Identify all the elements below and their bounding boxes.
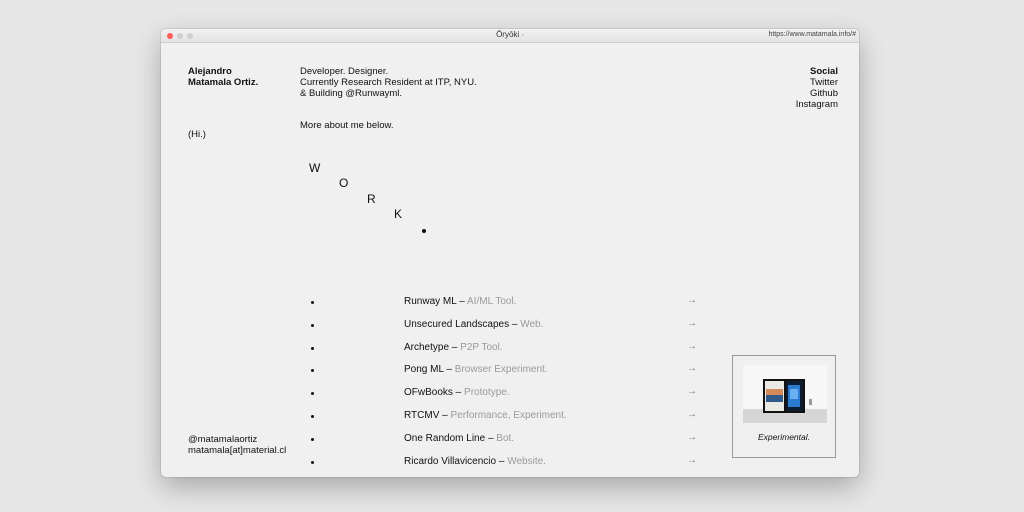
project-title[interactable]: One Random Line – Bot. [404,433,514,444]
title-bar: Ōryōki ◦ https://www.matamala.info/# [161,29,859,43]
window-title-text: Ōryōki [496,30,520,39]
project-name: Unsecured Landscapes [404,319,510,330]
project-row[interactable]: OFwBooks – Prototype. → [307,386,701,400]
bullet-dot [311,438,314,441]
project-separator: – [439,410,451,421]
work-letter-k: K [394,207,403,221]
bullet-dot [311,347,314,350]
arrow-right-icon[interactable]: → [687,341,697,352]
project-title[interactable]: Ricardo Villavicencio – Website. [404,456,546,467]
project-type: Website. [507,456,546,467]
arrow-right-icon[interactable]: → [687,432,697,443]
email-link[interactable]: matamala[at]material.cl [188,445,286,456]
project-separator: – [452,387,465,398]
work-letter-o: O [339,176,349,190]
project-row[interactable]: Unsecured Landscapes – Web. → [307,318,701,332]
project-type: Bot. [496,433,515,444]
greeting: (Hi.) [188,129,206,140]
project-row[interactable]: Ricardo Villavicencio – Website. → [307,455,701,469]
project-separator: – [449,342,461,353]
project-separator: – [443,364,455,375]
work-letter-w: W [309,161,321,175]
bullet-dot [311,415,314,418]
project-type: Prototype. [464,387,510,398]
social-menu: Social Twitter Github Instagram [796,66,838,110]
project-name: Ricardo Villavicencio [404,456,497,467]
bullet-dot [311,301,314,304]
arrow-right-icon[interactable]: → [687,455,697,466]
arrow-right-icon[interactable]: → [687,295,697,306]
arrow-right-icon[interactable]: → [687,409,697,420]
name-first: Alejandro [188,66,232,77]
project-title[interactable]: Unsecured Landscapes – Web. [404,319,543,330]
social-link-github[interactable]: Github [796,88,838,99]
bullet-dot [311,324,314,327]
intro-text: Developer. Designer. Currently Research … [300,66,477,99]
project-type: Performance, Experiment. [450,410,567,421]
project-name: Pong ML [404,364,444,375]
project-row[interactable]: Pong ML – Browser Experiment. → [307,363,701,377]
project-name: OFwBooks [404,387,453,398]
preview-image [743,365,827,423]
project-title[interactable]: Archetype – P2P Tool. [404,342,503,353]
intro-line-1: Developer. Designer. [300,66,389,77]
profile-name: Alejandro Matamala Ortiz. [188,66,258,88]
project-separator: – [496,456,508,467]
project-row[interactable]: Archetype – P2P Tool. → [307,341,701,355]
project-row[interactable]: RTCMV – Performance, Experiment. → [307,409,701,423]
project-separator: – [456,296,468,307]
preview-caption: Experimental. [758,432,810,442]
project-row[interactable]: One Random Line – Bot. → [307,432,701,446]
window-title: Ōryōki ◦ [161,30,859,39]
name-last: Matamala Ortiz. [188,77,259,88]
intro-line-3: & Building @Runwayml. [300,88,403,99]
project-title[interactable]: Pong ML – Browser Experiment. [404,364,548,375]
social-link-instagram[interactable]: Instagram [796,99,838,110]
arrow-right-icon[interactable]: → [687,363,697,374]
bullet-dot [311,461,314,464]
handle-link[interactable]: @matamalaortiz [188,434,286,445]
title-marker: ◦ [521,32,524,39]
intro-line-2: Currently Research Resident at ITP, NYU. [300,77,477,88]
project-separator: – [485,433,497,444]
project-row[interactable]: Runway ML – AI/ML Tool. → [307,295,701,309]
project-title[interactable]: RTCMV – Performance, Experiment. [404,410,567,421]
more-about-text: More about me below. [300,120,394,131]
project-name: Archetype [404,342,450,353]
work-dot [422,229,426,233]
project-name: Runway ML [404,296,457,307]
browser-window: Ōryōki ◦ https://www.matamala.info/# Ale… [161,29,859,477]
project-type: Browser Experiment. [454,364,548,375]
project-title[interactable]: OFwBooks – Prototype. [404,387,510,398]
project-type: P2P Tool. [460,342,503,353]
arrow-right-icon[interactable]: → [687,318,697,329]
url-display[interactable]: https://www.matamala.info/# [768,31,856,38]
project-name: RTCMV [404,410,440,421]
social-heading: Social [810,66,838,77]
project-type: AI/ML Tool. [467,296,517,307]
project-separator: – [509,319,521,330]
bullet-dot [311,369,314,372]
bullet-dot [311,392,314,395]
page-content: Alejandro Matamala Ortiz. (Hi.) @matamal… [161,43,859,477]
project-name: One Random Line [404,433,486,444]
project-title[interactable]: Runway ML – AI/ML Tool. [404,296,516,307]
installation-photo-icon [743,365,827,423]
work-letter-r: R [367,192,376,206]
project-type: Web. [520,319,544,330]
arrow-right-icon[interactable]: → [687,386,697,397]
contact-block: @matamalaortiz matamala[at]material.cl [188,434,286,456]
social-link-twitter[interactable]: Twitter [796,77,838,88]
project-preview-card[interactable]: Experimental. [732,355,836,458]
